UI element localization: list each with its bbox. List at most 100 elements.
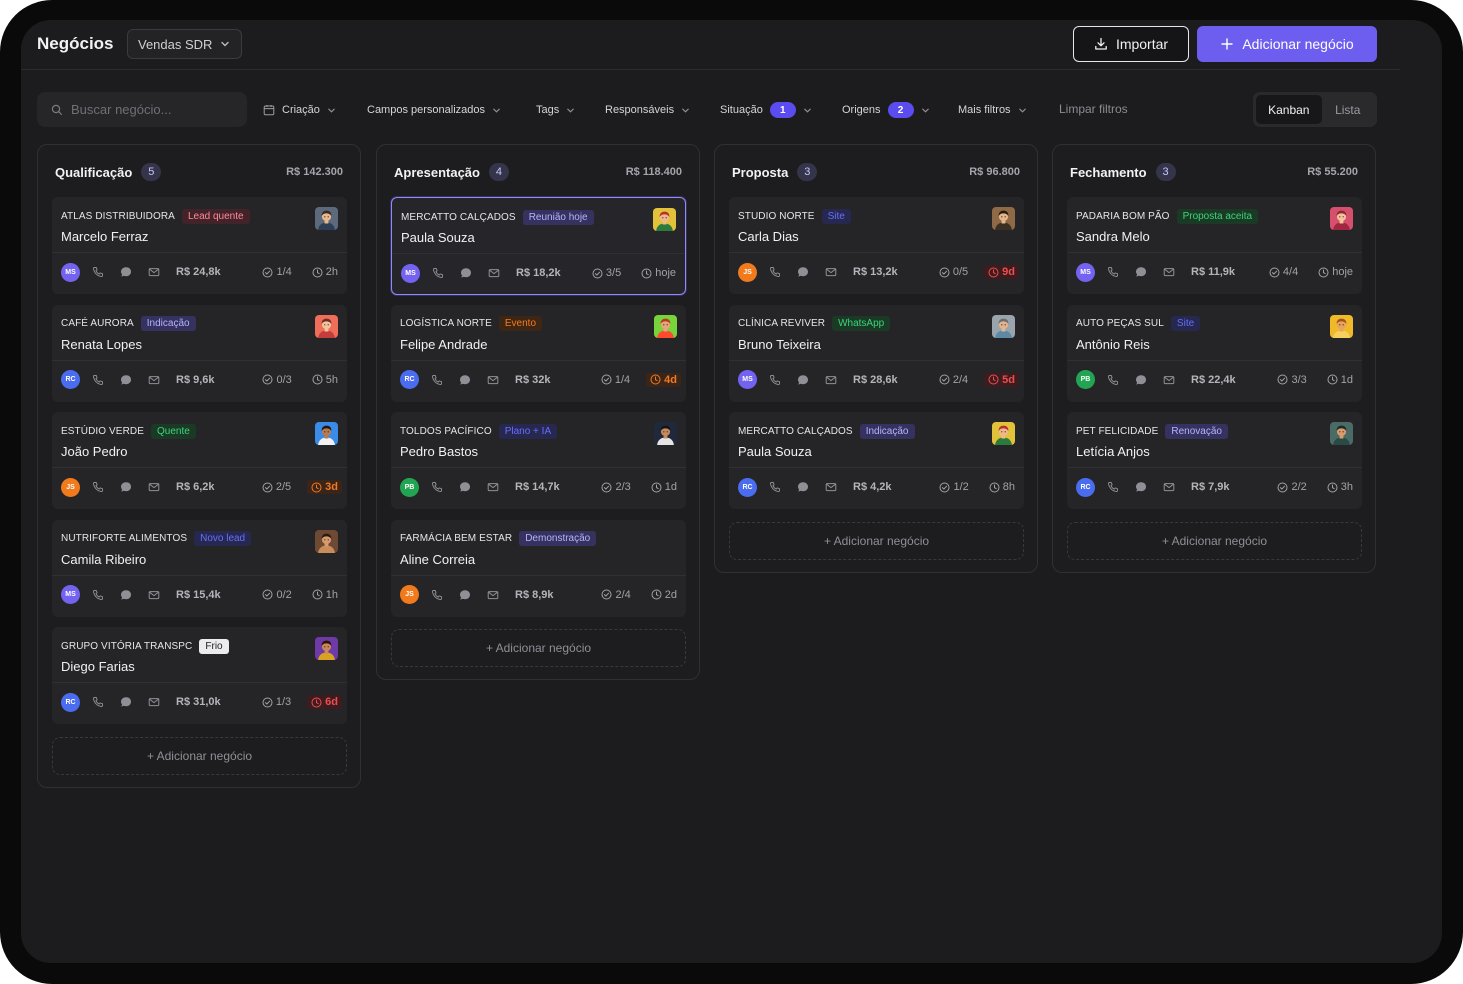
search-input[interactable] [71,102,231,117]
page-title: Negócios [37,34,114,53]
chat-icon[interactable] [120,266,132,278]
mail-icon[interactable] [1163,266,1175,278]
add-deal-to-column-button[interactable]: + Adicionar negócio [1067,521,1362,560]
import-button[interactable]: Importar [1073,26,1189,62]
mail-icon[interactable] [1163,481,1175,493]
filter-campos-personalizados[interactable]: Campos personalizados [367,100,501,120]
phone-icon[interactable] [431,374,443,386]
deal-card[interactable]: TOLDOS PACÍFICO Plano + IA Pedro Bastos PB R… [391,412,686,509]
mail-icon[interactable] [487,374,499,386]
phone-icon[interactable] [92,266,104,278]
add-deal-to-column-button[interactable]: + Adicionar negócio [52,736,347,775]
deal-tag: Reunião hoje [522,209,594,225]
mail-icon[interactable] [825,481,837,493]
phone-icon[interactable] [431,589,443,601]
phone-icon[interactable] [1107,481,1119,493]
owner-avatar: PB [400,477,419,497]
phone-icon[interactable] [92,481,104,493]
filter-tags[interactable]: Tags [536,100,575,120]
mail-icon[interactable] [148,481,160,493]
deal-card[interactable]: PADARIA BOM PÃO Proposta aceita Sandra Mel… [1067,197,1362,294]
card-footer: MS R$ 28,6k 2/4 5d [738,370,1019,390]
phone-icon[interactable] [92,589,104,601]
filter-origens[interactable]: Origens 2 [842,100,930,120]
chat-icon[interactable] [797,266,809,278]
deal-card[interactable]: PET FELICIDADE Renovação Letícia Anjos RC R$… [1067,412,1362,509]
phone-icon[interactable] [1107,266,1119,278]
owner-avatar: RC [61,692,80,712]
filter-mais-filtros[interactable]: Mais filtros [958,100,1027,120]
chat-icon[interactable] [120,589,132,601]
phone-icon[interactable] [432,267,444,279]
deal-card[interactable]: ESTÚDIO VERDE Quente João Pedro JS R$ 6,2k 2/… [52,412,347,509]
mail-icon[interactable] [148,374,160,386]
mail-icon[interactable] [1163,374,1175,386]
contact-avatar [654,314,677,338]
phone-icon[interactable] [769,374,781,386]
deal-card[interactable]: GRUPO VITÓRIA TRANSPC Frio Diego Farias RC R… [52,627,347,724]
filter-responsaveis[interactable]: Responsáveis [605,100,690,120]
mail-icon[interactable] [825,374,837,386]
filter-situacao[interactable]: Situação 1 [720,100,812,120]
phone-icon[interactable] [1107,374,1119,386]
clear-filters-link[interactable]: Limpar filtros [1059,102,1128,116]
card-header: LOGÍSTICA NORTE Evento [400,315,677,333]
mail-icon[interactable] [148,266,160,278]
mail-icon[interactable] [148,696,160,708]
deal-value: R$ 11,9k [1191,266,1236,278]
column-total: R$ 118.400 [625,166,682,178]
contact-name: Pedro Bastos [400,444,479,459]
chat-icon[interactable] [460,267,472,279]
check-circle-icon [1277,374,1288,385]
mail-icon[interactable] [487,481,499,493]
add-deal-to-column-button[interactable]: + Adicionar negócio [391,629,686,667]
deal-value: R$ 7,9k [1191,481,1230,493]
chat-icon[interactable] [1135,481,1147,493]
add-deal-button[interactable]: Adicionar negócio [1197,26,1377,62]
deal-card[interactable]: CLÍNICA REVIVER WhatsApp Bruno Teixeira MS R… [729,304,1024,402]
chat-icon[interactable] [459,589,471,601]
phone-icon[interactable] [92,374,104,386]
deal-card[interactable]: NUTRIFORTE ALIMENTOS Novo lead Camila Ribe… [52,519,347,617]
deal-card[interactable]: STUDIO NORTE Site Carla Dias JS R$ 13,2k 0/5 9… [729,197,1024,294]
phone-icon[interactable] [92,696,104,708]
deal-card[interactable]: FARMÁCIA BEM ESTAR Demonstração Aline Corr… [391,519,686,617]
filter-criacao[interactable]: Criação [263,100,336,120]
check-circle-icon [601,374,612,385]
mail-icon[interactable] [825,266,837,278]
view-kanban-tab[interactable]: Kanban [1256,95,1322,124]
deal-card[interactable]: MERCATTO CALÇADOS Reunião hoje Paula Souza… [391,197,686,295]
contact-avatar [992,422,1015,445]
chat-icon[interactable] [1135,374,1147,386]
column-count-badge: 5 [141,163,162,181]
chat-icon[interactable] [459,481,471,493]
chat-icon[interactable] [459,374,471,386]
deal-card[interactable]: MERCATTO CALÇADOS Indicação Paula Souza RC R… [729,412,1024,509]
deal-card[interactable]: AUTO PEÇAS SUL Site Antônio Reis PB R$ 22,4k… [1067,304,1362,402]
chat-icon[interactable] [797,374,809,386]
add-deal-to-column-button[interactable]: + Adicionar negócio [729,521,1024,560]
view-list-tab[interactable]: Lista [1322,95,1374,124]
deal-tag: Plano + IA [498,423,558,439]
pipeline-select[interactable]: Vendas SDR [127,29,242,59]
mail-icon[interactable] [148,589,160,601]
chat-icon[interactable] [1135,266,1147,278]
chat-icon[interactable] [120,374,132,386]
chat-icon[interactable] [797,481,809,493]
contact-avatar [315,529,338,553]
phone-icon[interactable] [431,481,443,493]
search-box[interactable] [37,92,247,127]
phone-icon[interactable] [769,266,781,278]
mail-icon[interactable] [487,589,499,601]
card-footer: MS R$ 18,2k 3/5 hoje [401,263,676,283]
kanban-column: Proposta 3 R$ 96.800 STUDIO NORTE Site Carla … [714,144,1038,573]
chat-icon[interactable] [120,696,132,708]
time-text: 2d [664,588,677,601]
clock-icon [312,267,323,277]
mail-icon[interactable] [488,267,500,279]
deal-card[interactable]: ATLAS DISTRIBUIDORA Lead quente Marcelo Fe… [52,197,347,294]
phone-icon[interactable] [769,481,781,493]
chat-icon[interactable] [120,481,132,493]
deal-card[interactable]: CAFÉ AURORA Indicação Renata Lopes RC R$ 9,6… [52,304,347,402]
deal-card[interactable]: LOGÍSTICA NORTE Evento Felipe Andrade RC R$ … [391,304,686,402]
